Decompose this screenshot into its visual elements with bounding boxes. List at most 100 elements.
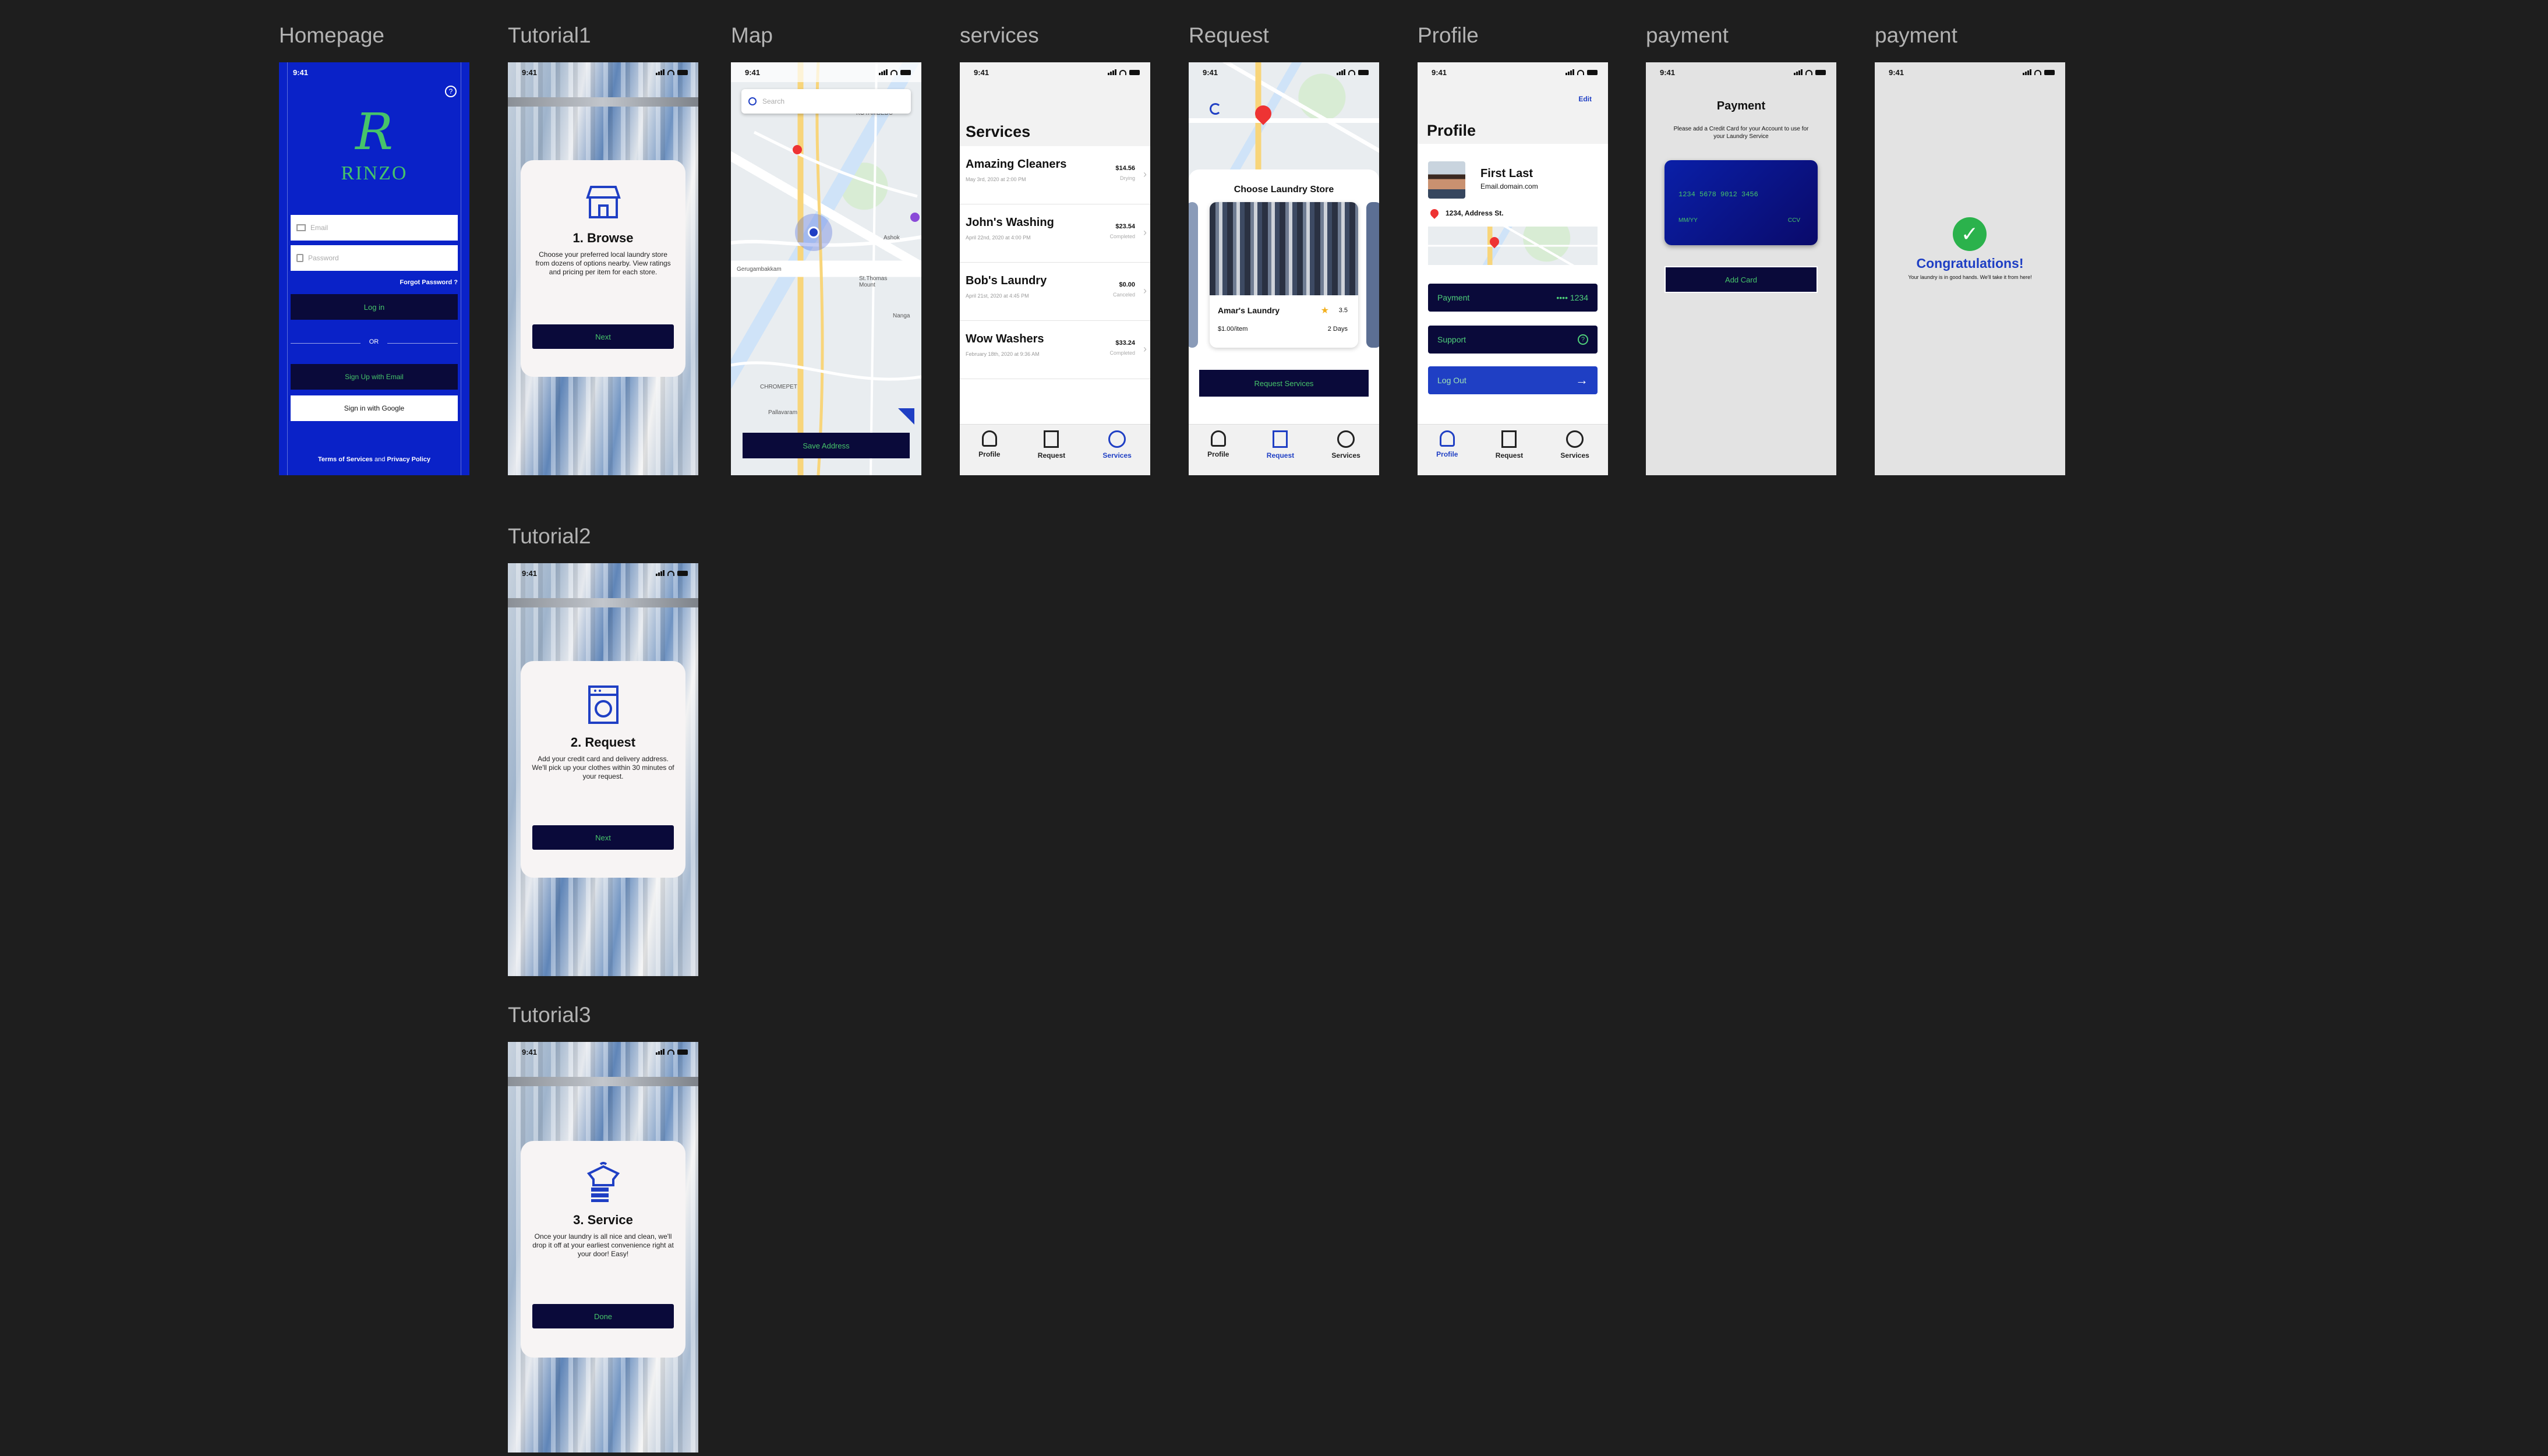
service-name: Bob's Laundry <box>966 274 1047 287</box>
service-name: John's Washing <box>966 216 1054 229</box>
logo-letter: R <box>355 103 393 161</box>
tutorial-title: 3. Service <box>573 1213 633 1227</box>
frame-label-payment-success: payment <box>1875 23 1957 47</box>
service-date: February 18th, 2020 at 9:36 AM <box>966 351 1040 357</box>
arrow-right-icon: → <box>1575 373 1588 387</box>
service-row[interactable]: John's Washing April 22nd, 2020 at 4:00 P… <box>960 204 1150 263</box>
nav-profile[interactable]: Profile <box>978 430 1000 458</box>
email-field[interactable]: Email <box>291 215 458 241</box>
tutorial1-frame: 9:41 1. Browse Choose your preferred loc… <box>508 62 698 475</box>
add-card-button[interactable]: Add Card <box>1664 266 1818 293</box>
status-time: 9:41 <box>745 68 761 77</box>
status-time: 9:41 <box>1660 68 1676 77</box>
service-row[interactable]: Wow Washers February 18th, 2020 at 9:36 A… <box>960 321 1150 379</box>
service-status: Completed <box>1109 350 1135 356</box>
next-button[interactable]: Next <box>532 825 674 850</box>
card-masked: •••• 1234 <box>1556 293 1588 302</box>
google-signin-button[interactable]: Sign in with Google <box>291 395 458 421</box>
service-price: $23.54 <box>1115 223 1135 230</box>
map-frame: KOYAMBEDU Ashok St.Thomas Mount Gerugamb… <box>731 62 921 475</box>
tutorial-title: 2. Request <box>570 735 636 750</box>
map-pin-purple[interactable] <box>910 213 920 222</box>
nav-profile[interactable]: Profile <box>1207 430 1229 458</box>
nav-profile[interactable]: Profile <box>1436 430 1458 458</box>
nav-services[interactable]: Services <box>1560 430 1589 460</box>
signup-email-button[interactable]: Sign Up with Email <box>291 364 458 390</box>
address-map[interactable] <box>1428 227 1598 265</box>
frame-label-tutorial2: Tutorial2 <box>508 524 591 548</box>
question-icon: ? <box>1578 334 1588 345</box>
payment-success-frame: 9:41 ✓ Congratulations! Your laundry is … <box>1875 62 2065 475</box>
or-text: OR <box>361 338 387 345</box>
bottom-nav: Profile Request Services <box>960 424 1150 475</box>
user-name: First Last <box>1480 167 1533 180</box>
location-pin-icon <box>1429 207 1440 219</box>
nav-label: Services <box>1560 451 1589 460</box>
clothes-stack-icon <box>586 1162 620 1202</box>
user-email: Email.domain.com <box>1480 182 1538 190</box>
store-card[interactable]: Amar's Laundry ★ 3.5 $1.00/item 2 Days <box>1210 202 1358 348</box>
store-card-prev[interactable] <box>1189 202 1198 348</box>
store-panel: Choose Laundry Store Amar's Laundry ★ 3.… <box>1189 169 1379 424</box>
service-status: Completed <box>1109 234 1135 239</box>
navigate-icon[interactable] <box>898 408 914 425</box>
tutorial-text: Choose your preferred local laundry stor… <box>535 250 671 276</box>
service-row[interactable]: Amazing Cleaners May 3rd, 2020 at 2:00 PM… <box>960 146 1150 204</box>
payment-frame: 9:41 Payment Please add a Credit Card fo… <box>1646 62 1836 475</box>
service-status: Drying <box>1119 175 1135 181</box>
avatar <box>1428 161 1465 199</box>
nav-services[interactable]: Services <box>1102 430 1132 460</box>
password-field[interactable]: Password <box>291 245 458 271</box>
nav-services[interactable]: Services <box>1331 430 1360 460</box>
forgot-password-link[interactable]: Forgot Password ? <box>400 279 458 286</box>
logout-button[interactable]: Log Out → <box>1428 366 1598 394</box>
section-heading: Choose Laundry Store <box>1234 185 1334 195</box>
chevron-right-icon: › <box>1143 168 1147 180</box>
frame-label-homepage: Homepage <box>279 23 385 47</box>
nav-request[interactable]: Request <box>1267 430 1294 460</box>
email-placeholder: Email <box>310 224 328 232</box>
store-rating: 3.5 <box>1338 307 1348 314</box>
frame-label-tutorial3: Tutorial3 <box>508 1003 591 1027</box>
card-expiry: MM/YY <box>1678 217 1698 224</box>
search-input[interactable]: Search <box>741 89 911 114</box>
page-title: Services <box>966 123 1031 140</box>
clock-icon <box>1566 430 1584 448</box>
person-icon <box>1439 430 1455 447</box>
credit-card[interactable]: 1234 5678 9012 3456 MM/YY CCV <box>1664 160 1818 245</box>
request-services-button[interactable]: Request Services <box>1199 370 1369 397</box>
chevron-right-icon: › <box>1143 285 1147 296</box>
card-number: 1234 5678 9012 3456 <box>1678 190 1758 199</box>
service-date: April 21st, 2020 at 4:45 PM <box>966 293 1029 299</box>
location-marker[interactable] <box>795 214 832 251</box>
clock-icon <box>1108 430 1126 448</box>
payment-label: Payment <box>1437 293 1470 302</box>
logout-label: Log Out <box>1437 376 1466 385</box>
map-pin-red[interactable] <box>793 145 802 154</box>
map-place-label: Pallavaram <box>768 409 798 416</box>
support-button[interactable]: Support? <box>1428 326 1598 354</box>
person-icon <box>1210 430 1226 447</box>
done-button[interactable]: Done <box>532 1304 674 1328</box>
refresh-icon[interactable] <box>1210 103 1221 115</box>
store-card-next[interactable] <box>1366 202 1379 348</box>
login-button[interactable]: Log in <box>291 294 458 320</box>
edit-button[interactable]: Edit <box>1578 95 1592 103</box>
tutorial-text: Once your laundry is all nice and clean,… <box>532 1232 674 1258</box>
person-icon <box>981 430 997 447</box>
service-price: $33.24 <box>1115 340 1135 347</box>
washing-machine-icon <box>1044 430 1059 448</box>
payment-button[interactable]: Payment •••• 1234 <box>1428 284 1598 312</box>
status-time: 9:41 <box>1889 68 1904 77</box>
nav-request[interactable]: Request <box>1038 430 1065 460</box>
tutorial-text: Add your credit card and delivery addres… <box>532 755 674 780</box>
save-address-button[interactable]: Save Address <box>743 433 910 458</box>
terms-link[interactable]: Terms of Services <box>318 456 373 463</box>
service-row[interactable]: Bob's Laundry April 21st, 2020 at 4:45 PM… <box>960 263 1150 321</box>
washing-machine-icon <box>1501 430 1517 448</box>
help-icon[interactable]: ? <box>445 86 457 97</box>
nav-request[interactable]: Request <box>1496 430 1523 460</box>
search-placeholder: Search <box>762 97 785 105</box>
next-button[interactable]: Next <box>532 324 674 349</box>
privacy-link[interactable]: Privacy Policy <box>387 456 430 463</box>
